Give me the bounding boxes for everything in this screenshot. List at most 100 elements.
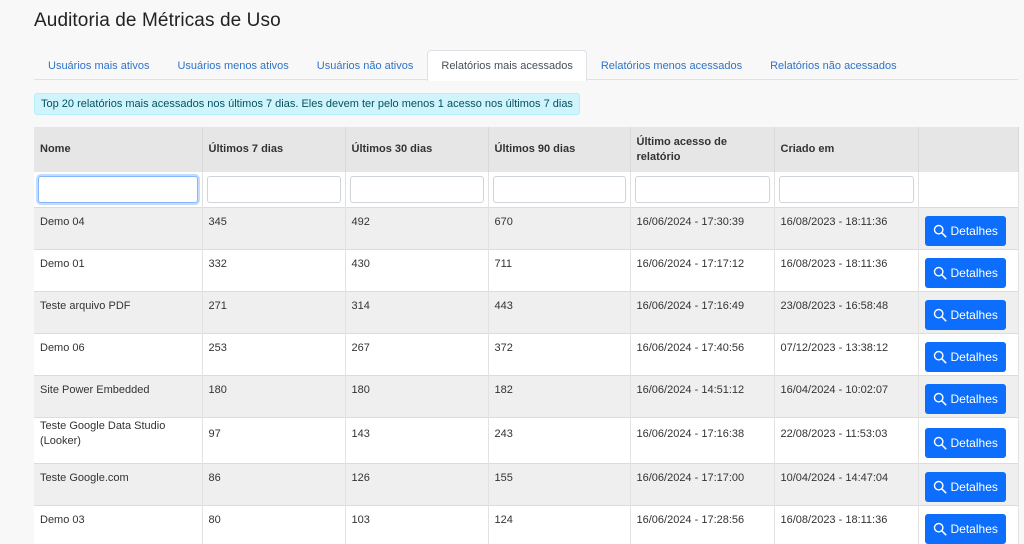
cell-30-dias: 143 <box>345 416 489 463</box>
detalhes-button[interactable]: Detalhes <box>924 258 1006 288</box>
search-icon <box>933 523 946 536</box>
column-header-criado-em[interactable]: Criado em <box>774 127 919 172</box>
cell-nome-text: Demo 03 <box>40 513 85 526</box>
table-row: Teste Google.com 86 126 155 16/06/2024 -… <box>34 462 1019 505</box>
detalhes-button-label: Detalhes <box>950 436 998 450</box>
cell-7-dias-text: 80 <box>208 513 221 526</box>
table-row: Demo 06 253 267 372 16/06/2024 - 17:40:5… <box>34 332 1019 375</box>
cell-90-dias-text: 670 <box>494 215 513 228</box>
cell-actions: Detalhes <box>918 206 1019 249</box>
table-header-row: Nome Últimos 7 dias Últimos 30 dias Últi… <box>34 127 1019 172</box>
table-row: Demo 04 345 492 670 16/06/2024 - 17:30:3… <box>34 206 1019 249</box>
cell-ultimo-acesso-text: 16/06/2024 - 17:28:56 <box>636 513 745 526</box>
cell-criado-em: 23/08/2023 - 16:58:48 <box>774 290 919 333</box>
table-row: Demo 01 332 430 711 16/06/2024 - 17:17:1… <box>34 248 1019 291</box>
info-alert: Top 20 relatórios mais acessados nos últ… <box>34 93 580 115</box>
cell-nome: Teste Google Data Studio (Looker) <box>34 416 203 463</box>
filter-7-dias-input[interactable] <box>206 175 341 203</box>
cell-ultimo-acesso-text: 16/06/2024 - 17:40:56 <box>636 341 745 354</box>
cell-ultimo-acesso-text: 16/06/2024 - 14:51:12 <box>636 383 745 396</box>
table-body: Demo 04 345 492 670 16/06/2024 - 17:30:3… <box>34 206 1019 544</box>
cell-ultimo-acesso-text: 16/06/2024 - 17:16:38 <box>636 427 745 440</box>
cell-nome: Demo 04 <box>34 206 203 249</box>
filter-criado-em-input[interactable] <box>778 175 914 203</box>
tab-relatorios-nao-acessados[interactable]: Relatórios não acessados <box>756 50 911 80</box>
cell-7-dias-text: 345 <box>208 215 227 228</box>
cell-30-dias: 103 <box>345 504 489 544</box>
cell-nome: Demo 03 <box>34 504 203 544</box>
cell-7-dias: 253 <box>202 332 346 375</box>
detalhes-button-label: Detalhes <box>950 224 998 238</box>
table-row: Teste Google Data Studio (Looker) 97 143… <box>34 416 1019 463</box>
detalhes-button[interactable]: Detalhes <box>924 216 1006 246</box>
search-icon <box>933 224 946 238</box>
cell-90-dias-text: 243 <box>494 427 513 440</box>
column-header-7-dias[interactable]: Últimos 7 dias <box>202 127 346 172</box>
cell-ultimo-acesso: 16/06/2024 - 17:17:00 <box>630 462 775 505</box>
cell-30-dias: 267 <box>345 332 489 375</box>
table-row: Demo 03 80 103 124 16/06/2024 - 17:28:56… <box>34 504 1019 544</box>
cell-nome-text: Teste Google Data Studio (Looker) <box>40 420 166 447</box>
cell-criado-em-text: 23/08/2023 - 16:58:48 <box>780 299 889 312</box>
cell-criado-em: 16/08/2023 - 18:11:36 <box>774 206 919 249</box>
detalhes-button-label: Detalhes <box>950 522 998 537</box>
tab-relatorios-menos-acessados[interactable]: Relatórios menos acessados <box>587 50 756 80</box>
detalhes-button[interactable]: Detalhes <box>924 514 1006 544</box>
cell-90-dias-text: 182 <box>494 383 513 396</box>
detalhes-button[interactable]: Detalhes <box>924 342 1006 372</box>
column-header-actions <box>918 127 1019 172</box>
detalhes-button-label: Detalhes <box>950 266 998 280</box>
filter-cell <box>774 172 919 207</box>
cell-30-dias-text: 430 <box>351 257 370 270</box>
column-header-nome[interactable]: Nome <box>34 127 203 172</box>
search-icon <box>933 350 946 364</box>
search-icon <box>933 308 946 322</box>
cell-criado-em-text: 16/04/2024 - 10:02:07 <box>780 383 889 396</box>
cell-90-dias: 372 <box>488 332 631 375</box>
cell-7-dias: 80 <box>202 504 346 544</box>
detalhes-button[interactable]: Detalhes <box>924 428 1006 458</box>
detalhes-button-label: Detalhes <box>950 480 998 494</box>
cell-ultimo-acesso-text: 16/06/2024 - 17:17:12 <box>636 257 745 270</box>
cell-30-dias: 492 <box>345 206 489 249</box>
filter-cell <box>488 172 631 207</box>
cell-90-dias: 711 <box>488 248 631 291</box>
cell-7-dias-text: 253 <box>208 341 227 354</box>
cell-ultimo-acesso: 16/06/2024 - 17:28:56 <box>630 504 775 544</box>
cell-30-dias: 126 <box>345 462 489 505</box>
column-header-30-dias[interactable]: Últimos 30 dias <box>345 127 489 172</box>
cell-90-dias: 182 <box>488 374 631 417</box>
detalhes-button[interactable]: Detalhes <box>924 384 1006 414</box>
cell-nome-text: Demo 04 <box>40 215 85 228</box>
filter-30-dias-input[interactable] <box>349 175 484 203</box>
cell-nome: Teste Google.com <box>34 462 203 505</box>
cell-7-dias: 345 <box>202 206 346 249</box>
detalhes-button[interactable]: Detalhes <box>924 472 1006 502</box>
search-icon <box>933 480 946 494</box>
cell-criado-em-text: 10/04/2024 - 14:47:04 <box>780 471 889 484</box>
tab-usuarios-mais-ativos[interactable]: Usuários mais ativos <box>34 50 163 80</box>
filter-90-dias-input[interactable] <box>492 175 626 203</box>
search-icon <box>933 436 946 450</box>
cell-7-dias: 271 <box>202 290 346 333</box>
filter-ultimo-acesso-input[interactable] <box>634 175 770 203</box>
tab-usuarios-menos-ativos[interactable]: Usuários menos ativos <box>163 50 302 80</box>
cell-criado-em: 16/08/2023 - 18:11:36 <box>774 504 919 544</box>
cell-actions: Detalhes <box>918 416 1019 463</box>
cell-ultimo-acesso: 16/06/2024 - 14:51:12 <box>630 374 775 417</box>
column-header-90-dias[interactable]: Últimos 90 dias <box>488 127 631 172</box>
cell-90-dias: 155 <box>488 462 631 505</box>
detalhes-button[interactable]: Detalhes <box>924 300 1006 330</box>
cell-90-dias: 124 <box>488 504 631 544</box>
cell-criado-em: 16/08/2023 - 18:11:36 <box>774 248 919 291</box>
filter-cell-empty <box>918 172 1019 207</box>
cell-ultimo-acesso: 16/06/2024 - 17:17:12 <box>630 248 775 291</box>
cell-actions: Detalhes <box>918 248 1019 291</box>
filter-cell <box>345 172 489 207</box>
tab-usuarios-nao-ativos[interactable]: Usuários não ativos <box>303 50 428 80</box>
filter-nome-input[interactable] <box>38 175 198 203</box>
tab-relatorios-mais-acessados[interactable]: Relatórios mais acessados <box>427 50 587 81</box>
cell-nome-text: Site Power Embedded <box>40 383 150 396</box>
column-header-ultimo-acesso[interactable]: Último acesso de relatório <box>630 127 775 172</box>
cell-7-dias: 332 <box>202 248 346 291</box>
